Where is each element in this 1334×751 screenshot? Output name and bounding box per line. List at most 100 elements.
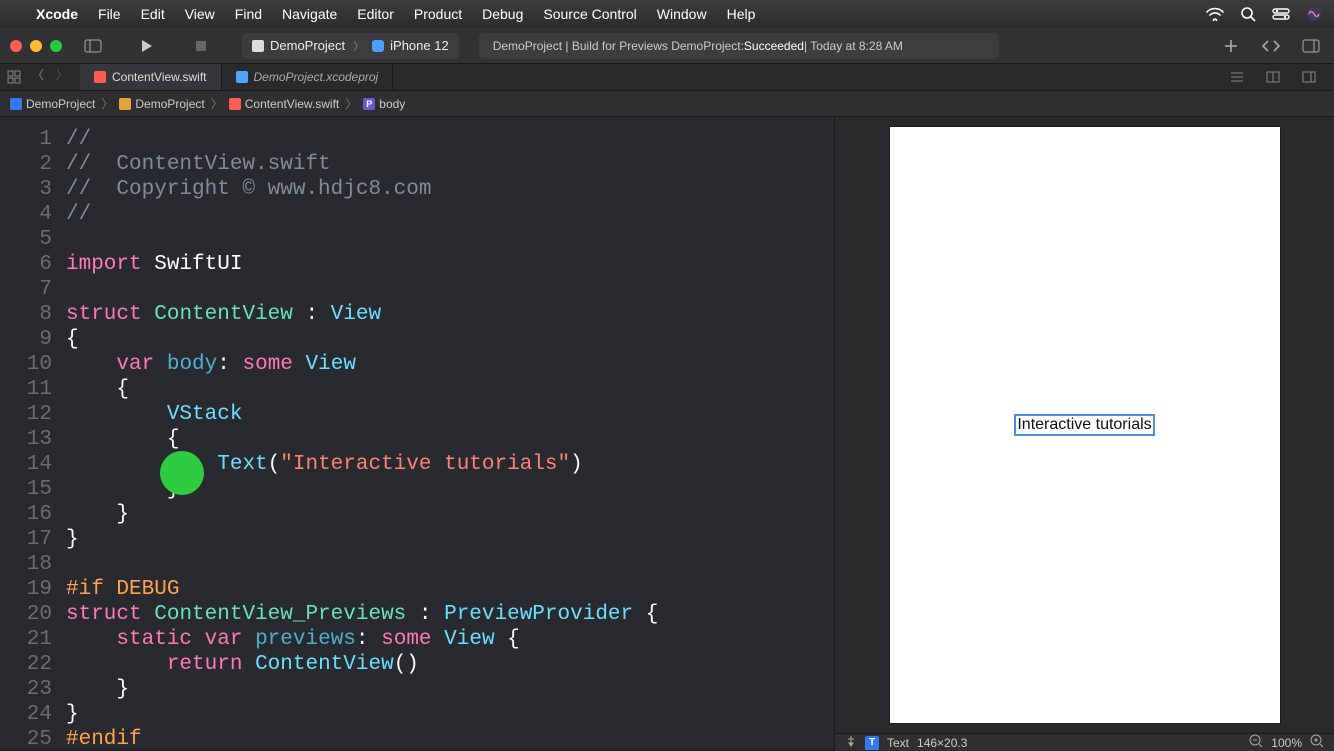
zoom-level[interactable]: 100% [1271, 736, 1302, 750]
line-number: 3 [0, 177, 52, 202]
code-line[interactable]: #endif [66, 727, 658, 750]
project-file-icon [236, 71, 248, 83]
code-line[interactable]: return ContentView() [66, 652, 658, 677]
code-line[interactable]: { [66, 327, 658, 352]
adjust-editor-button[interactable] [1260, 66, 1286, 88]
breadcrumb-folder[interactable]: DemoProject [135, 97, 204, 111]
nav-back-button[interactable]: 〈 [28, 66, 48, 88]
build-status-bar[interactable]: DemoProject | Build for Previews DemoPro… [479, 33, 999, 59]
run-button[interactable] [134, 35, 160, 57]
code-line[interactable]: // ContentView.swift [66, 152, 658, 177]
toggle-inspector-button[interactable] [1298, 35, 1324, 57]
code-line[interactable]: } [66, 477, 658, 502]
device-preview: Interactive tutorials [890, 127, 1280, 723]
menu-navigate[interactable]: Navigate [282, 6, 337, 22]
editor-options-button[interactable] [1224, 66, 1250, 88]
line-number: 9 [0, 327, 52, 352]
siri-icon[interactable] [1306, 6, 1322, 22]
status-prefix: DemoProject | Build for Previews DemoPro… [493, 39, 744, 53]
code-line[interactable]: { [66, 377, 658, 402]
menu-file[interactable]: File [98, 6, 121, 22]
close-window-button[interactable] [10, 40, 22, 52]
breadcrumb-project[interactable]: DemoProject [26, 97, 95, 111]
menu-help[interactable]: Help [727, 6, 756, 22]
code-line[interactable] [66, 277, 658, 302]
folder-icon [119, 98, 131, 110]
menu-edit[interactable]: Edit [141, 6, 165, 22]
menu-debug[interactable]: Debug [482, 6, 523, 22]
code-line[interactable]: VStack [66, 402, 658, 427]
line-number: 6 [0, 252, 52, 277]
code-editor[interactable]: 1234567891011121314151617181920212223242… [0, 117, 834, 750]
zoom-in-button[interactable] [1310, 734, 1324, 751]
line-number: 5 [0, 227, 52, 252]
scheme-device-icon [372, 40, 384, 52]
code-review-button[interactable] [1258, 35, 1284, 57]
breadcrumb-file[interactable]: ContentView.swift [245, 97, 340, 111]
code-line[interactable]: } [66, 502, 658, 527]
pin-preview-button[interactable] [845, 735, 857, 750]
code-line[interactable]: } [66, 677, 658, 702]
line-number: 12 [0, 402, 52, 427]
canvas-footer: T Text 146×20.3 100% [835, 733, 1334, 751]
menu-product[interactable]: Product [414, 6, 462, 22]
line-number: 14 [0, 452, 52, 477]
code-line[interactable]: struct ContentView : View [66, 302, 658, 327]
menu-editor[interactable]: Editor [357, 6, 394, 22]
chevron-right-icon: 〉 [345, 95, 357, 112]
code-line[interactable]: #if DEBUG [66, 577, 658, 602]
line-number: 10 [0, 352, 52, 377]
menu-window[interactable]: Window [657, 6, 707, 22]
code-content[interactable]: //// ContentView.swift// Copyright © www… [66, 117, 658, 750]
preview-canvas[interactable]: Interactive tutorials [835, 117, 1334, 733]
breadcrumb-symbol[interactable]: body [379, 97, 405, 111]
line-number: 8 [0, 302, 52, 327]
code-line[interactable]: } [66, 702, 658, 727]
toggle-navigator-button[interactable] [80, 35, 106, 57]
text-element-icon: T [865, 736, 879, 750]
zoom-out-button[interactable] [1249, 734, 1263, 751]
spotlight-search-icon[interactable] [1240, 6, 1256, 22]
nav-forward-button[interactable]: 〉 [52, 66, 72, 88]
add-button[interactable] [1218, 35, 1244, 57]
main-area: 1234567891011121314151617181920212223242… [0, 117, 1334, 750]
code-line[interactable]: struct ContentView_Previews : PreviewPro… [66, 602, 658, 627]
line-number: 2 [0, 152, 52, 177]
element-dimensions: 146×20.3 [917, 736, 967, 750]
code-line[interactable]: } [66, 527, 658, 552]
swift-file-icon [94, 71, 106, 83]
add-editor-button[interactable] [1296, 66, 1322, 88]
app-menu[interactable]: Xcode [36, 6, 78, 22]
code-line[interactable]: var body: some View [66, 352, 658, 377]
scheme-selector[interactable]: DemoProject 〉 iPhone 12 [242, 33, 459, 59]
related-items-button[interactable] [4, 66, 24, 88]
stop-button[interactable] [188, 35, 214, 57]
code-line[interactable]: // [66, 202, 658, 227]
menu-view[interactable]: View [185, 6, 215, 22]
code-line[interactable]: static var previews: some View { [66, 627, 658, 652]
code-line[interactable] [66, 227, 658, 252]
preview-text-element[interactable]: Interactive tutorials [1014, 414, 1154, 436]
line-number: 23 [0, 677, 52, 702]
maximize-window-button[interactable] [50, 40, 62, 52]
code-line[interactable] [66, 552, 658, 577]
line-number: 7 [0, 277, 52, 302]
code-line[interactable]: Text("Interactive tutorials") [66, 452, 658, 477]
menu-find[interactable]: Find [235, 6, 262, 22]
code-line[interactable]: // [66, 127, 658, 152]
code-line[interactable]: { [66, 427, 658, 452]
jump-bar[interactable]: DemoProject 〉 DemoProject 〉 ContentView.… [0, 91, 1334, 117]
status-time: | Today at 8:28 AM [804, 39, 903, 53]
wifi-icon[interactable] [1206, 7, 1224, 21]
tab-contentview[interactable]: ContentView.swift [80, 64, 222, 90]
tab-demoproject[interactable]: DemoProject.xcodeproj [222, 64, 394, 90]
line-number: 21 [0, 627, 52, 652]
control-center-icon[interactable] [1272, 8, 1290, 20]
code-line[interactable]: import SwiftUI [66, 252, 658, 277]
code-line[interactable]: // Copyright © www.hdjc8.com [66, 177, 658, 202]
window-controls [10, 40, 62, 52]
property-icon: P [363, 98, 375, 110]
line-number: 4 [0, 202, 52, 227]
menu-source-control[interactable]: Source Control [543, 6, 636, 22]
minimize-window-button[interactable] [30, 40, 42, 52]
